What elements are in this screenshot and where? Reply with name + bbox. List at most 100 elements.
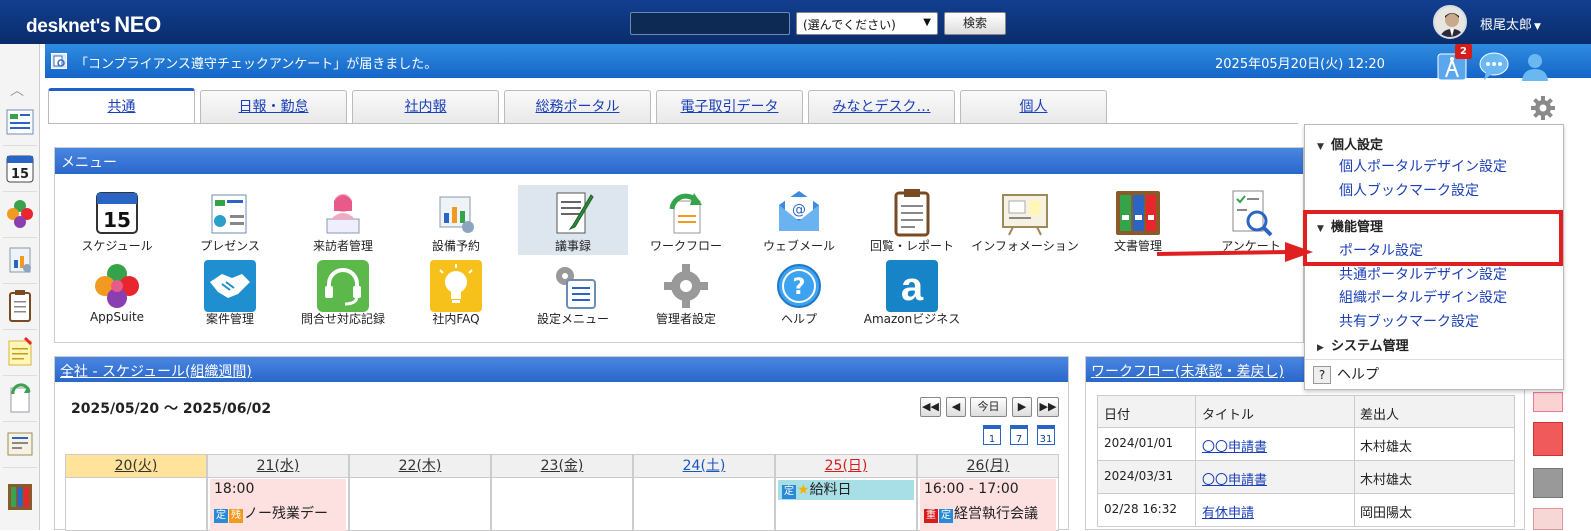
table-row[interactable]: 2024/01/01 〇〇申請書 木村雄太 — [1097, 428, 1515, 461]
day-link[interactable]: 22(木) — [399, 458, 442, 474]
menu-item-personal-portal-design[interactable]: 個人ポータルデザイン設定 — [1339, 156, 1507, 176]
next-day-button[interactable]: ▶ — [1012, 397, 1032, 417]
day-header-thu[interactable]: 22(木) — [349, 454, 491, 478]
tab-label[interactable]: 共通 — [108, 99, 136, 115]
row-title-link[interactable]: 有休申請 — [1202, 506, 1254, 521]
sidebar-memo-icon[interactable] — [3, 332, 37, 376]
menu-item-project[interactable]: 案件管理 — [175, 258, 285, 328]
menu-item-amazon-business[interactable]: a Amazonビジネス — [857, 258, 967, 328]
search-input[interactable] — [630, 12, 790, 35]
day-cell-tue[interactable] — [65, 478, 207, 531]
tab-e-transaction[interactable]: 電子取引データ — [656, 90, 803, 124]
menu-item-equipment[interactable]: 設備予約 — [401, 185, 511, 255]
day-link[interactable]: 24(土) — [683, 458, 726, 474]
menu-item-common-portal-design[interactable]: 共通ポータルデザイン設定 — [1339, 264, 1507, 284]
sidebar-equipment-icon[interactable] — [3, 240, 37, 284]
chat-bubble-icon[interactable] — [1478, 50, 1509, 80]
tab-label[interactable]: 社内報 — [405, 99, 447, 115]
schedule-title-link[interactable]: 全社 - スケジュール(組織週間) — [60, 364, 252, 380]
menu-item-circular-report[interactable]: 回覧・レポート — [857, 185, 967, 255]
prev-period-button[interactable]: ◀◀ — [920, 397, 941, 417]
menu-item-appsuite[interactable]: AppSuite — [62, 258, 172, 328]
app-logo[interactable]: desknet's NEO — [26, 12, 161, 38]
tab-label[interactable]: 個人 — [1020, 99, 1048, 115]
day-cell-mon[interactable]: 16:00 - 17:00 重定経営執行会議 — [917, 478, 1059, 531]
tab-company-news[interactable]: 社内報 — [352, 90, 499, 124]
tab-label[interactable]: みなとデスク… — [833, 99, 931, 115]
day-cell-fri[interactable] — [491, 478, 633, 531]
next-period-button[interactable]: ▶▶ — [1037, 397, 1059, 417]
table-row[interactable]: 2024/03/31 〇〇申請書 木村雄太 — [1097, 461, 1515, 494]
menu-link[interactable]: 共通ポータルデザイン設定 — [1339, 267, 1507, 283]
menu-item-admin-settings[interactable]: 管理者設定 — [631, 258, 741, 328]
day-link[interactable]: 20(火) — [115, 458, 158, 474]
day-link[interactable]: 25(日) — [825, 458, 868, 474]
menu-item-visitor[interactable]: 来訪者管理 — [288, 185, 398, 255]
menu-item-personal-bookmark[interactable]: 個人ブックマーク設定 — [1339, 180, 1479, 200]
user-menu[interactable]: 根尾太郎 ▼ — [1480, 14, 1541, 33]
person-icon[interactable] — [1519, 50, 1549, 81]
schedule-event[interactable]: 18:00 定残ノー残業デー — [210, 479, 346, 531]
menu-item-minutes[interactable]: 議事録 — [518, 185, 628, 255]
menu-item-schedule[interactable]: 15 スケジュール — [62, 185, 172, 255]
menu-link[interactable]: 個人ポータルデザイン設定 — [1339, 159, 1507, 175]
day-header-fri[interactable]: 23(金) — [491, 454, 633, 478]
sidebar-portal-icon[interactable] — [3, 102, 37, 146]
tab-label[interactable]: 総務ポータル — [536, 99, 620, 115]
week-view-icon[interactable]: 7 — [1010, 425, 1028, 445]
tab-daily-report[interactable]: 日報・勤怠 — [200, 90, 347, 124]
menu-item-faq[interactable]: 社内FAQ — [401, 258, 511, 328]
section-personal-settings[interactable]: ▼ 個人設定 — [1317, 134, 1383, 153]
day-header-tue[interactable]: 20(火) — [65, 454, 207, 478]
today-button[interactable]: 今日 — [970, 397, 1007, 417]
menu-item-inquiry-record[interactable]: 問合せ対応記録 — [288, 258, 398, 328]
prev-day-button[interactable]: ◀ — [946, 397, 966, 417]
sidebar-clipboard-icon[interactable] — [3, 286, 37, 330]
search-button[interactable]: 検索 — [944, 12, 1006, 35]
day-header-sun[interactable]: 25(日) — [775, 454, 917, 478]
menu-item-workflow[interactable]: ワークフロー — [631, 185, 741, 255]
notification-text[interactable]: 「コンプライアンス遵守チェックアンケート」が届きました。 — [75, 53, 437, 72]
menu-item-shared-bookmark[interactable]: 共有ブックマーク設定 — [1339, 311, 1479, 331]
gear-icon[interactable] — [1530, 95, 1556, 121]
workflow-title-link[interactable]: ワークフロー(未承認・差戻し) — [1091, 364, 1284, 380]
menu-link[interactable]: 共有ブックマーク設定 — [1339, 314, 1479, 330]
table-row[interactable]: 02/28 16:32 有休申請 岡田陽太 — [1097, 494, 1515, 527]
day-header-wed[interactable]: 21(水) — [207, 454, 349, 478]
sidebar-calendar-icon[interactable]: 15 — [3, 148, 37, 192]
chevron-up-icon[interactable]: ︿ — [10, 80, 24, 100]
menu-item-information[interactable]: インフォメーション — [970, 185, 1080, 255]
menu-item-webmail[interactable]: @ ウェブメール — [744, 185, 854, 255]
sidebar-documents-icon[interactable] — [3, 470, 37, 514]
menu-item-presence[interactable]: プレゼンス — [175, 185, 285, 255]
schedule-event[interactable]: 定 ★給料日 — [778, 480, 914, 500]
sidebar-appsuite-icon[interactable] — [3, 194, 37, 238]
day-header-sat[interactable]: 24(土) — [633, 454, 775, 478]
month-view-icon[interactable]: 31 — [1037, 425, 1055, 445]
tab-label[interactable]: 日報・勤怠 — [239, 99, 309, 115]
tab-personal[interactable]: 個人 — [960, 90, 1107, 124]
menu-item-help[interactable]: ? ヘルプ — [744, 258, 854, 328]
menu-link[interactable]: 組織ポータルデザイン設定 — [1339, 290, 1507, 306]
day-link[interactable]: 23(金) — [541, 458, 584, 474]
day-link[interactable]: 26(月) — [967, 458, 1010, 474]
menu-item-help[interactable]: ? ヘルプ — [1313, 364, 1379, 384]
tab-common[interactable]: 共通 — [48, 88, 195, 124]
tab-general-affairs[interactable]: 総務ポータル — [504, 90, 651, 124]
sidebar-information-icon[interactable] — [3, 424, 37, 468]
day-cell-sun[interactable]: 定 ★給料日 — [775, 478, 917, 531]
sidebar-workflow-icon[interactable] — [3, 378, 37, 422]
day-cell-sat[interactable] — [633, 478, 775, 531]
schedule-event[interactable]: 16:00 - 17:00 重定経営執行会議 — [920, 479, 1056, 531]
day-view-icon[interactable]: 1 — [983, 425, 1001, 445]
menu-link[interactable]: 個人ブックマーク設定 — [1339, 183, 1479, 199]
day-cell-thu[interactable] — [349, 478, 491, 531]
tab-label[interactable]: 電子取引データ — [681, 99, 779, 115]
section-system-management[interactable]: ▶ システム管理 — [1317, 335, 1409, 354]
day-cell-wed[interactable]: 18:00 定残ノー残業デー — [207, 478, 349, 531]
day-header-mon[interactable]: 26(月) — [917, 454, 1059, 478]
menu-item-org-portal-design[interactable]: 組織ポータルデザイン設定 — [1339, 287, 1507, 307]
tab-minato-desk[interactable]: みなとデスク… — [808, 90, 955, 124]
search-target-select[interactable]: (選んでください) ▼ — [796, 12, 938, 35]
row-title-link[interactable]: 〇〇申請書 — [1202, 440, 1267, 455]
